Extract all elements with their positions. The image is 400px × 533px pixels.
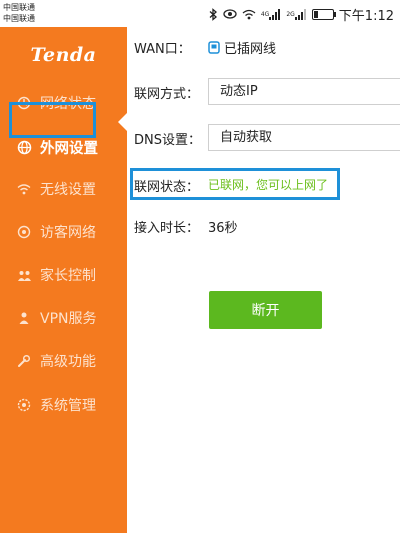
status-icons: 4G 2G 下午1:12 (209, 5, 394, 24)
connection-mode-select[interactable]: 动态IP (208, 78, 400, 105)
active-indicator-notch (118, 113, 127, 131)
cell-signal-icon: 2G (286, 8, 306, 20)
wan-port-status: 已插网线 (208, 38, 276, 57)
status-bar: 中国联通 中国联通 4G 2G 下午1:12 (0, 0, 400, 27)
carrier-name: 中国联通 (3, 14, 35, 23)
globe-icon (16, 139, 32, 155)
eye-icon (223, 9, 237, 19)
bluetooth-icon (209, 7, 218, 21)
dns-label: DNS设置： (134, 133, 201, 148)
connection-mode-label: 联网方式： (134, 87, 200, 102)
signal-tag: 4G (260, 10, 270, 18)
battery-icon (311, 8, 336, 20)
tenda-logo: Tenda (30, 44, 97, 66)
sidebar-item-wan-settings[interactable]: 外网设置 (0, 127, 127, 167)
sidebar-item-vpn[interactable]: VPN服务 (0, 298, 127, 338)
sidebar-item-wireless[interactable]: 无线设置 (0, 169, 127, 209)
sidebar-item-label: 访客网络 (40, 225, 96, 241)
disconnect-button[interactable]: 断开 (209, 291, 322, 329)
sidebar-item-label: VPN服务 (40, 311, 97, 327)
connection-status-label: 联网状态： (134, 180, 200, 195)
connection-status-value: 已联网，您可以上网了 (208, 178, 329, 192)
parental-control-icon (16, 267, 32, 283)
sidebar-item-parental-control[interactable]: 家长控制 (0, 255, 127, 295)
dns-select[interactable]: 自动获取 (208, 124, 400, 151)
cell-signal-icon: 4G (260, 8, 281, 20)
sidebar-item-label: 无线设置 (40, 182, 96, 198)
plug-icon (208, 41, 220, 54)
uptime-label: 接入时长： (134, 221, 200, 236)
wifi-icon (16, 181, 32, 197)
carrier-name: 中国联通 (3, 3, 35, 12)
wan-port-label: WAN口： (134, 42, 191, 57)
sidebar-item-label: 家长控制 (40, 268, 96, 284)
sidebar-item-advanced[interactable]: 高级功能 (0, 341, 127, 381)
sidebar-item-system[interactable]: 系统管理 (0, 385, 127, 425)
signal-tag: 2G (286, 10, 295, 18)
sidebar-item-label: 外网设置 (40, 140, 98, 157)
uptime-value: 36秒 (208, 221, 238, 236)
wifi-signal-icon (242, 9, 256, 20)
sidebar-item-guest-network[interactable]: 访客网络 (0, 212, 127, 252)
sidebar-item-label: 高级功能 (40, 354, 96, 370)
wan-port-value: 已插网线 (224, 42, 277, 57)
clock: 下午1:12 (338, 8, 394, 24)
advanced-icon (16, 353, 32, 369)
settings-icon (16, 397, 32, 413)
sidebar-item-label: 系统管理 (40, 398, 96, 414)
vpn-icon (16, 310, 32, 326)
guest-icon (16, 224, 32, 240)
